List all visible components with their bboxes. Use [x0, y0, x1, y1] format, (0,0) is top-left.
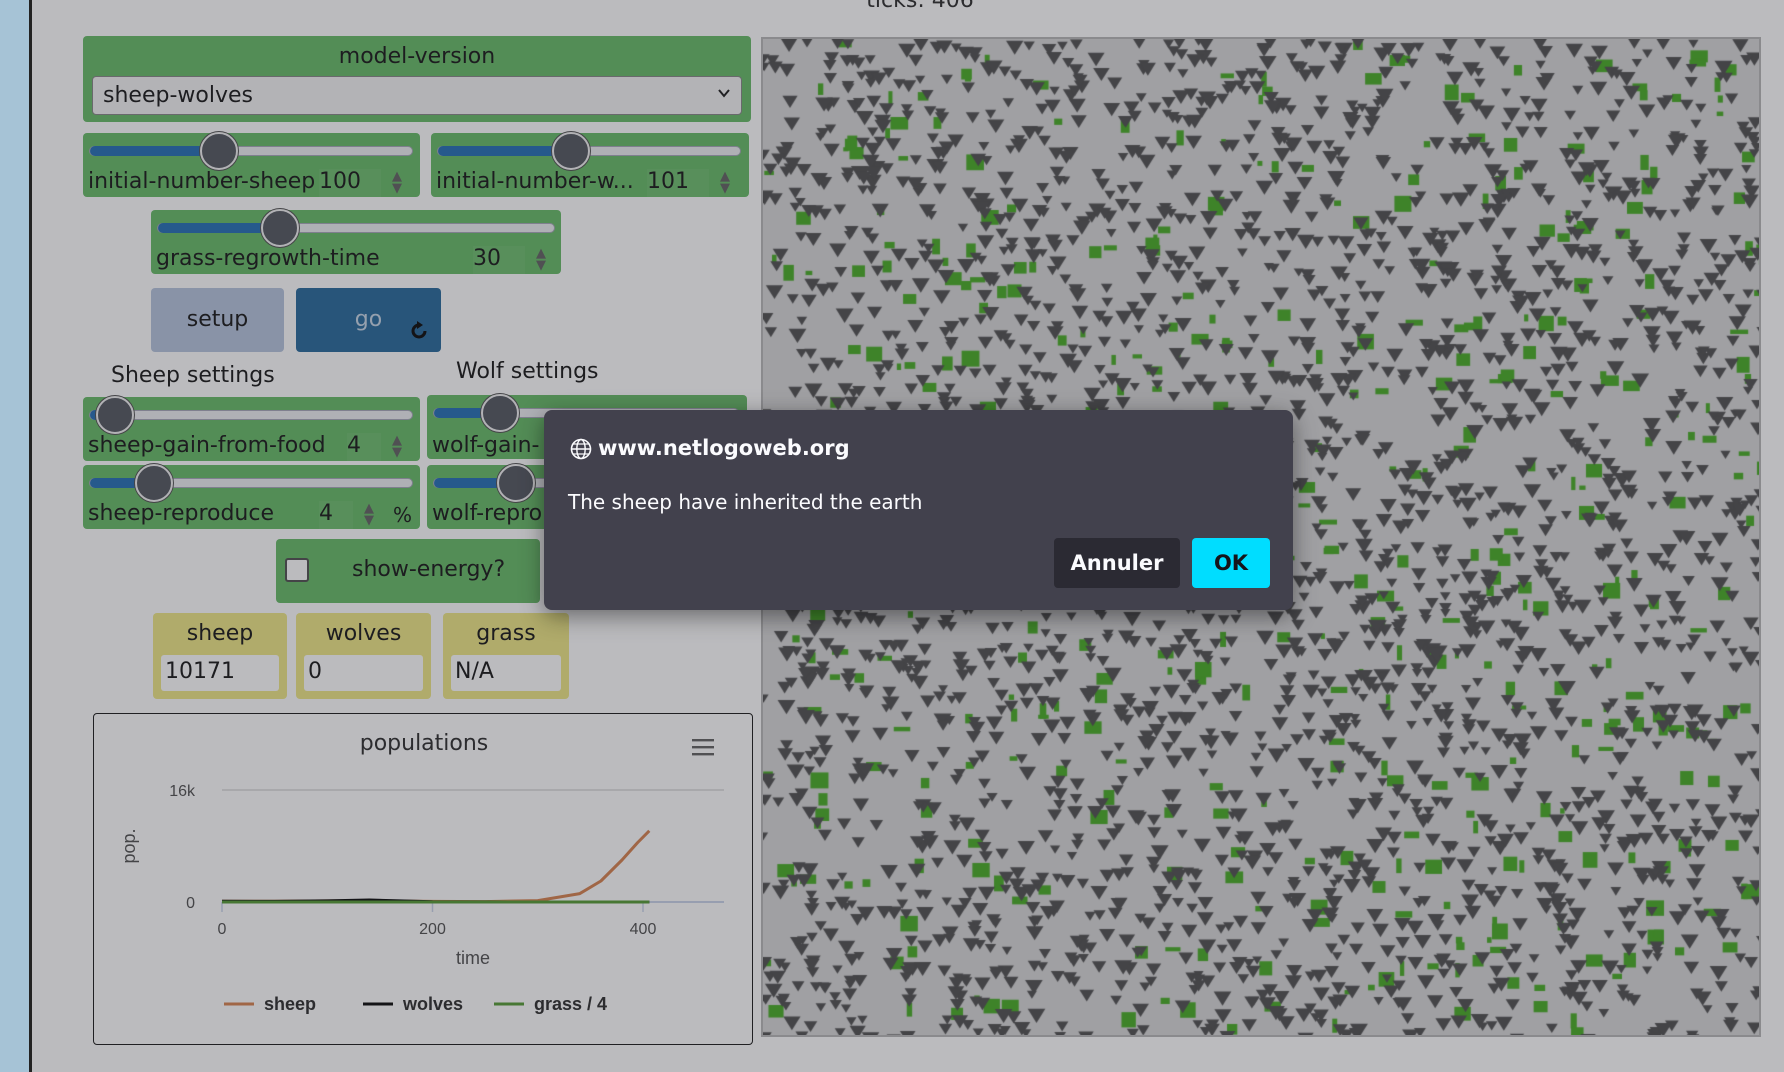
- alert-dialog: www.netlogoweb.org The sheep have inheri…: [544, 410, 1293, 610]
- window-edge-strip: [0, 0, 32, 1072]
- dialog-host: www.netlogoweb.org: [598, 436, 850, 460]
- dialog-message: The sheep have inherited the earth: [568, 490, 923, 514]
- ok-button[interactable]: OK: [1192, 538, 1270, 588]
- globe-icon: [570, 438, 592, 460]
- cancel-button[interactable]: Annuler: [1054, 538, 1180, 588]
